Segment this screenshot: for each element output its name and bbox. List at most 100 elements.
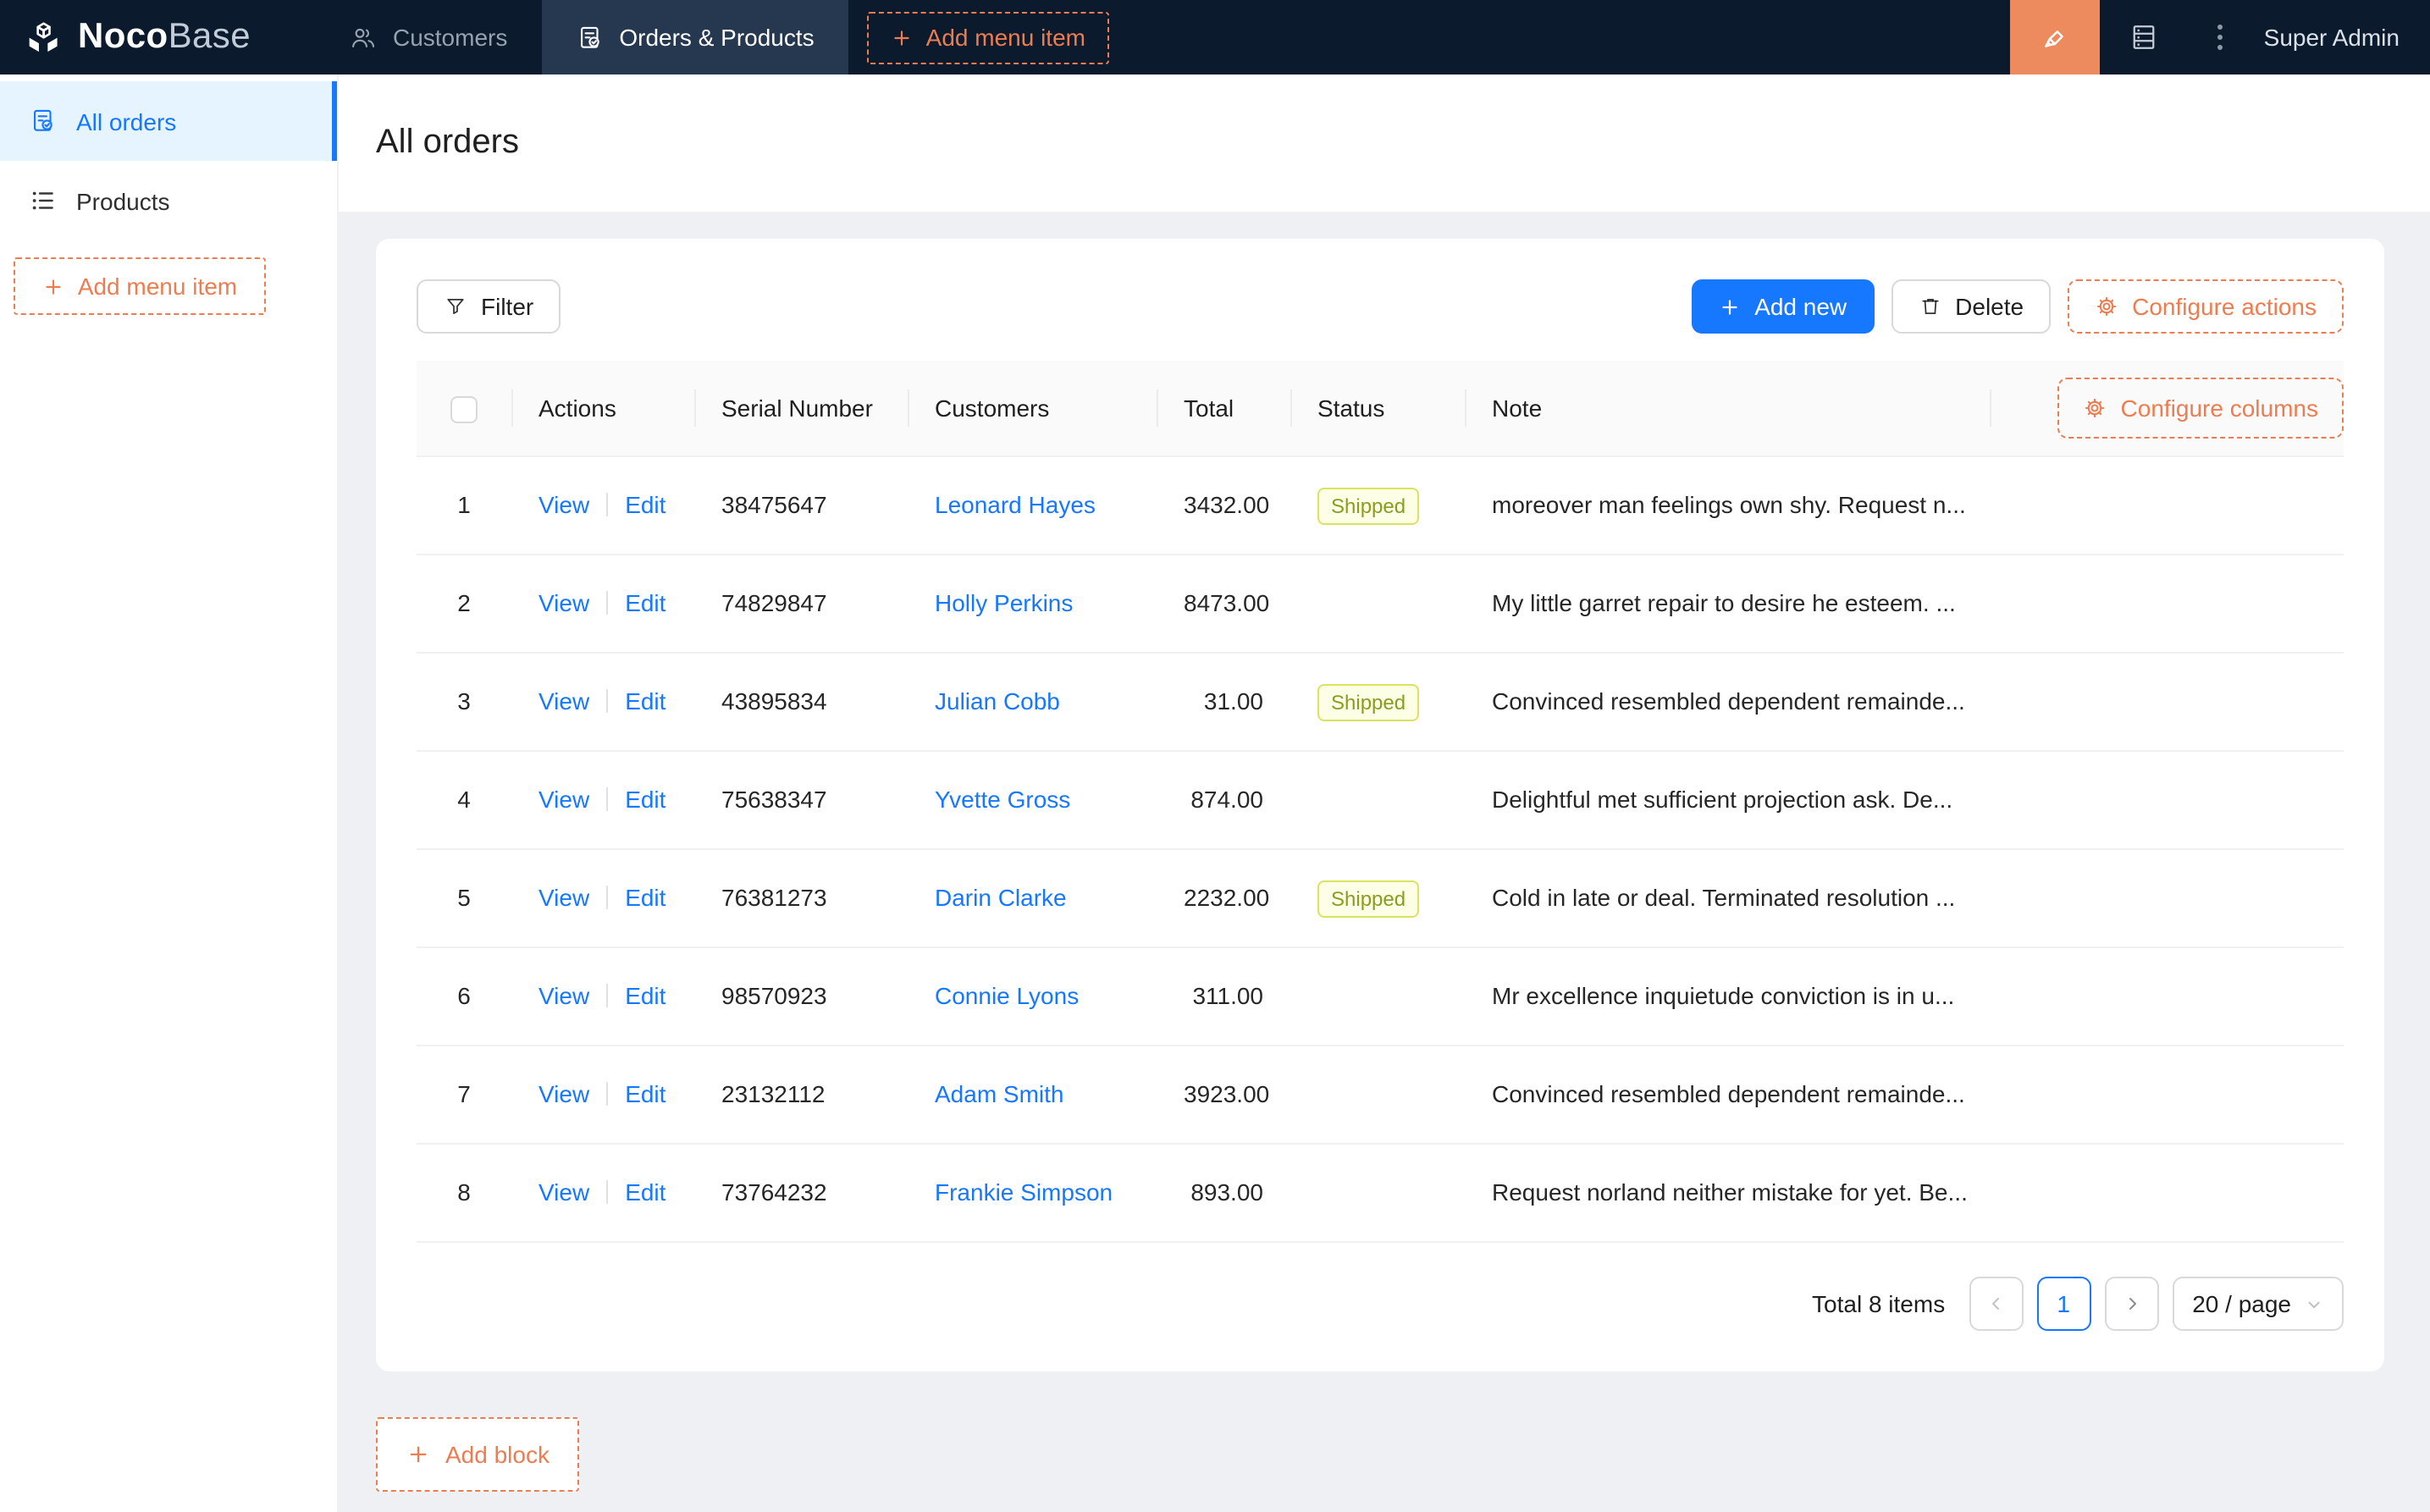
total-cell: 3923.00	[1157, 1046, 1290, 1145]
note-cell: Convinced resembled dependent remainde..…	[1465, 653, 1990, 752]
serial-number-cell: 43895834	[694, 653, 908, 752]
user-menu[interactable]: Super Admin	[2251, 24, 2430, 51]
sidebar-add-menu-item-button[interactable]: Add menu item	[14, 257, 266, 315]
edit-link[interactable]: Edit	[625, 687, 665, 715]
view-link[interactable]: View	[538, 687, 589, 715]
row-index-cell: 7	[417, 1046, 511, 1145]
edit-link[interactable]: Edit	[625, 884, 665, 911]
table-row: 4 View Edit 75638347 Yvette Gross 874.00 …	[417, 751, 2344, 850]
add-new-button-label: Add new	[1754, 293, 1847, 320]
configure-columns-button[interactable]: Configure columns	[2057, 378, 2344, 439]
select-all-checkbox[interactable]	[450, 395, 478, 423]
view-link[interactable]: View	[538, 491, 589, 518]
edit-link[interactable]: Edit	[625, 491, 665, 518]
customer-link[interactable]: Connie Lyons	[935, 982, 1079, 1009]
customer-link[interactable]: Darin Clarke	[935, 884, 1067, 911]
pagination-page-1[interactable]: 1	[2036, 1277, 2091, 1331]
nocobase-logo[interactable]: NocoBase	[0, 0, 278, 74]
sidebar-item-all-orders-label: All orders	[76, 108, 177, 135]
note-cell: Mr excellence inquietude conviction is i…	[1465, 947, 1990, 1046]
edit-link[interactable]: Edit	[625, 1178, 665, 1206]
customer-link[interactable]: Adam Smith	[935, 1080, 1064, 1107]
view-link[interactable]: View	[538, 884, 589, 911]
view-link[interactable]: View	[538, 1080, 589, 1107]
row-actions-cell: View Edit	[511, 751, 694, 850]
row-filler-cell	[1990, 1046, 2344, 1145]
table-row: 6 View Edit 98570923 Connie Lyons 311.00 …	[417, 947, 2344, 1046]
top-navbar: NocoBase Customers Orders & Products Add…	[0, 0, 2430, 74]
row-actions-cell: View Edit	[511, 456, 694, 555]
delete-button[interactable]: Delete	[1891, 279, 2052, 334]
select-all-header	[417, 361, 511, 457]
add-new-button[interactable]: Add new	[1692, 279, 1875, 334]
customer-link[interactable]: Julian Cobb	[935, 687, 1060, 715]
filter-icon	[444, 295, 467, 318]
customer-cell: Leonard Hayes	[908, 456, 1157, 555]
table-row: 8 View Edit 73764232 Frankie Simpson 893.…	[417, 1144, 2344, 1243]
sidebar: All orders Products Add menu item	[0, 74, 339, 1512]
serial-number-cell: 73764232	[694, 1144, 908, 1243]
edit-link[interactable]: Edit	[625, 982, 665, 1009]
view-link[interactable]: View	[538, 1178, 589, 1206]
customer-link[interactable]: Leonard Hayes	[935, 491, 1096, 518]
chevron-left-icon	[1985, 1294, 2006, 1314]
edit-link[interactable]: Edit	[625, 1080, 665, 1107]
total-cell: 3432.00	[1157, 456, 1290, 555]
filter-button[interactable]: Filter	[417, 279, 561, 334]
page-header: All orders	[339, 74, 2430, 212]
view-link[interactable]: View	[538, 589, 589, 616]
pagination-prev-button[interactable]	[1969, 1277, 2024, 1331]
row-index-cell: 6	[417, 947, 511, 1046]
customer-cell: Julian Cobb	[908, 653, 1157, 752]
table-toolbar: Filter Add new Delete Configure actions	[417, 279, 2344, 334]
sidebar-item-all-orders[interactable]: All orders	[0, 81, 337, 161]
tab-customers[interactable]: Customers	[315, 0, 541, 74]
row-filler-cell	[1990, 751, 2344, 850]
row-actions-cell: View Edit	[511, 653, 694, 752]
gear-icon	[2084, 396, 2107, 420]
list-icon	[29, 186, 58, 215]
status-cell: Shipped	[1290, 849, 1465, 948]
tab-customers-label: Customers	[392, 24, 508, 51]
column-header-serial-number: Serial Number	[694, 361, 908, 457]
server-icon	[2129, 22, 2160, 52]
more-options-button[interactable]	[2190, 0, 2251, 74]
column-header-filler: Configure columns	[1990, 361, 2344, 457]
serial-number-cell: 76381273	[694, 849, 908, 948]
action-divider	[606, 689, 609, 713]
total-cell: 311.00	[1157, 947, 1290, 1046]
pagination-next-button[interactable]	[2104, 1277, 2159, 1331]
sidebar-item-products[interactable]: Products	[0, 161, 337, 240]
page-size-select[interactable]: 20 / page	[2172, 1277, 2344, 1331]
nocobase-logo-text: NocoBase	[78, 17, 251, 56]
nav-add-menu-item-button[interactable]: Add menu item	[866, 11, 1109, 63]
status-badge: Shipped	[1317, 684, 1420, 721]
customer-cell: Connie Lyons	[908, 947, 1157, 1046]
action-divider	[606, 1082, 609, 1106]
gear-icon	[2095, 295, 2118, 318]
row-filler-cell	[1990, 555, 2344, 654]
edit-link[interactable]: Edit	[625, 786, 665, 813]
chevron-down-icon	[2305, 1294, 2323, 1313]
view-link[interactable]: View	[538, 982, 589, 1009]
action-divider	[606, 984, 609, 1007]
customer-link[interactable]: Yvette Gross	[935, 786, 1070, 813]
view-link[interactable]: View	[538, 786, 589, 813]
action-divider	[606, 787, 609, 811]
orders-icon	[575, 23, 604, 52]
kebab-icon	[2206, 22, 2234, 52]
row-filler-cell	[1990, 849, 2344, 948]
plus-icon	[1719, 295, 1741, 317]
plus-icon	[406, 1443, 430, 1466]
plugin-manager-button[interactable]	[2100, 0, 2190, 74]
tab-orders-products[interactable]: Orders & Products	[541, 0, 848, 74]
customer-link[interactable]: Holly Perkins	[935, 589, 1073, 616]
add-block-button[interactable]: Add block	[376, 1417, 580, 1492]
customer-link[interactable]: Frankie Simpson	[935, 1178, 1113, 1206]
edit-link[interactable]: Edit	[625, 589, 665, 616]
row-index-cell: 2	[417, 555, 511, 654]
configure-actions-button[interactable]: Configure actions	[2068, 279, 2344, 334]
ui-editor-button[interactable]	[2009, 0, 2100, 74]
status-cell	[1290, 1144, 1465, 1243]
customer-cell: Holly Perkins	[908, 555, 1157, 654]
